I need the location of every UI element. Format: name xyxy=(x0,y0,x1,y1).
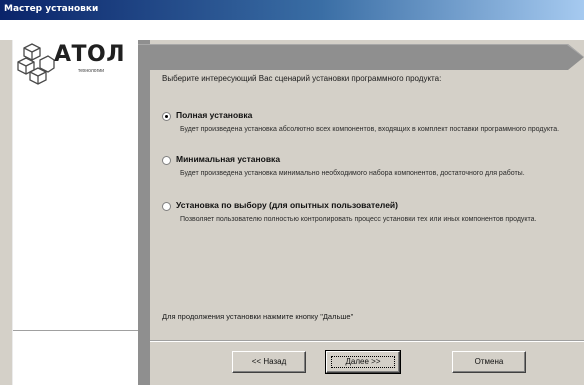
wizard-content: Выберите интересующий Вас сценарий устан… xyxy=(150,74,574,385)
cancel-button[interactable]: Отмена xyxy=(452,351,526,373)
installer-window: Мастер установки АТОЛ технологии Выберит… xyxy=(0,0,584,385)
option-custom-install[interactable]: Установка по выбору (для опытных пользов… xyxy=(162,200,562,240)
next-button-label: Далее >> xyxy=(345,357,381,366)
vertical-divider-bar xyxy=(138,40,150,385)
option-label[interactable]: Полная установка xyxy=(176,110,252,120)
next-button[interactable]: Далее >> xyxy=(325,350,401,374)
logo-brand-text: АТОЛ xyxy=(54,42,126,67)
option-label[interactable]: Минимальная установка xyxy=(176,154,280,164)
continue-hint: Для продолжения установки нажмите кнопку… xyxy=(162,312,354,321)
option-minimal-install[interactable]: Минимальная установка Будет произведена … xyxy=(162,154,562,194)
option-full-install[interactable]: Полная установка Будет произведена устан… xyxy=(162,110,562,150)
option-label[interactable]: Установка по выбору (для опытных пользов… xyxy=(176,200,398,210)
cubes-logo-icon xyxy=(17,43,55,85)
radio-full-install[interactable] xyxy=(162,112,171,121)
atol-logo: АТОЛ технологии xyxy=(16,36,126,96)
arrow-right-icon xyxy=(138,44,584,70)
back-button[interactable]: << Назад xyxy=(232,351,306,373)
title-bar[interactable]: Мастер установки xyxy=(0,0,584,20)
intro-text: Выберите интересующий Вас сценарий устан… xyxy=(162,74,442,83)
cancel-button-label: Отмена xyxy=(474,357,504,366)
radio-minimal-install[interactable] xyxy=(162,156,171,165)
option-description: Будет произведена установка минимально н… xyxy=(180,170,525,177)
option-description: Будет произведена установка абсолютно вс… xyxy=(180,126,560,133)
left-panel-divider-highlight xyxy=(13,331,139,332)
header-arrow-graphic xyxy=(138,40,584,74)
back-button-label: << Назад xyxy=(251,357,287,366)
logo-subtitle: технологии xyxy=(78,68,105,74)
window-title: Мастер установки xyxy=(4,4,99,14)
option-description: Позволяет пользователю полностью контрол… xyxy=(180,216,537,223)
radio-custom-install[interactable] xyxy=(162,202,171,211)
button-area-divider-highlight xyxy=(150,341,584,342)
